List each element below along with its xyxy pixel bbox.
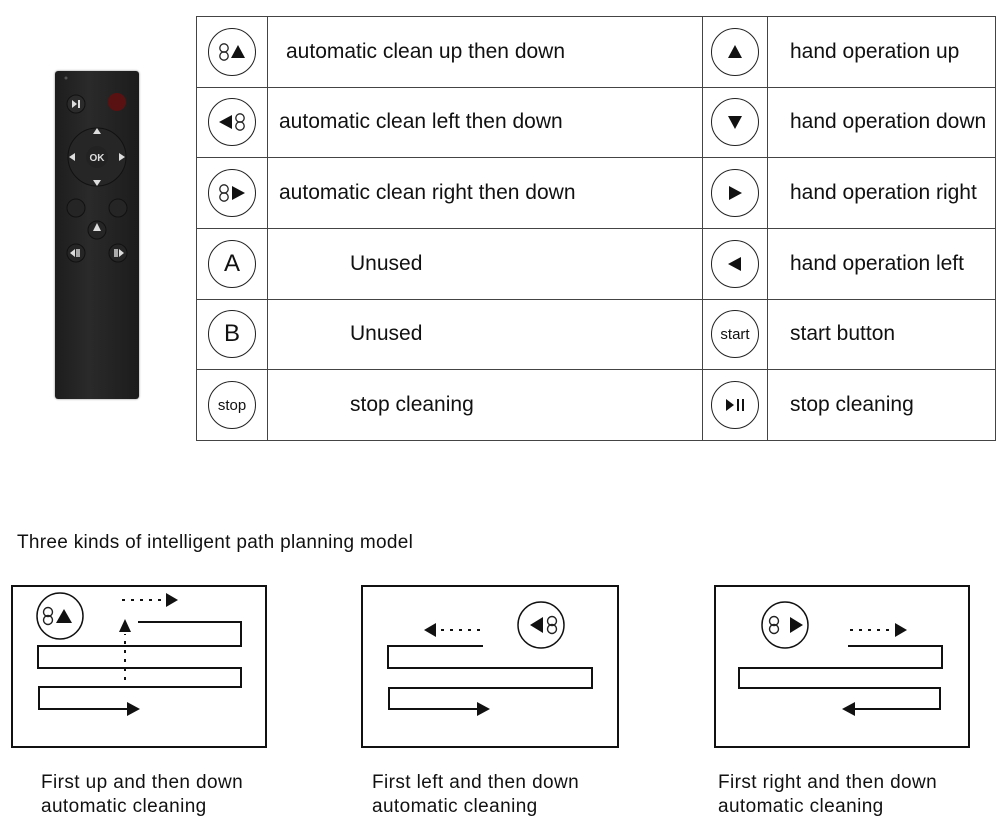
caption-up: First up and then down automatic cleanin… [41, 771, 243, 819]
caption-left: First left and then down automatic clean… [372, 771, 579, 819]
arrow-icon [424, 623, 436, 637]
diagram-up-frame [11, 585, 267, 748]
arrow-icon [477, 702, 490, 716]
caption-line: automatic cleaning [718, 796, 884, 817]
diagram-left-frame [361, 585, 619, 748]
arrow-icon [127, 702, 140, 716]
caption-line: First right and then down [718, 772, 938, 793]
caption-line: automatic cleaning [372, 796, 538, 817]
path-up [37, 621, 242, 710]
diagram-right-frame [714, 585, 970, 748]
page: OK automatic clean up then down hand oper… [0, 0, 1000, 823]
caption-right: First right and then down automatic clea… [718, 771, 937, 819]
caption-line: First up and then down [41, 772, 244, 793]
arrow-icon [166, 593, 178, 607]
caption-line: First left and then down [372, 772, 580, 793]
path-right [738, 645, 943, 710]
arrow-icon [119, 619, 131, 632]
path-diagrams [11, 585, 970, 748]
path-left [387, 645, 593, 710]
caption-line: automatic cleaning [41, 796, 207, 817]
arrow-icon [842, 702, 855, 716]
arrow-icon [895, 623, 907, 637]
